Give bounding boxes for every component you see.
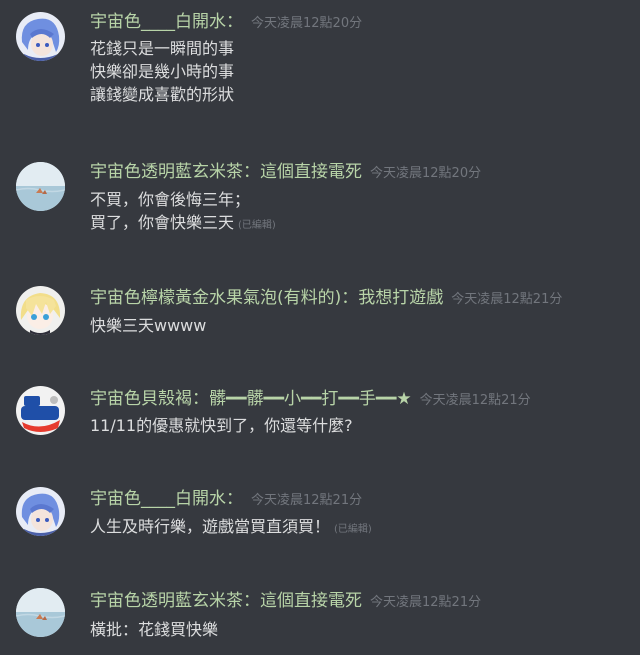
avatar[interactable] bbox=[16, 162, 65, 211]
timestamp: 今天凌晨12點21分 bbox=[251, 493, 363, 508]
message-line: 橫批：花錢買快樂 bbox=[90, 620, 219, 639]
message-line: 快樂卻是幾小時的事 bbox=[90, 62, 235, 81]
timestamp: 今天凌晨12點20分 bbox=[370, 166, 482, 181]
avatar[interactable] bbox=[16, 487, 65, 536]
author-name[interactable]: 宇宙色____白開水： bbox=[90, 12, 243, 32]
message-content: 11/11的優惠就快到了，你還等什麼? bbox=[90, 414, 353, 437]
avatar[interactable] bbox=[16, 588, 65, 637]
avatar[interactable] bbox=[16, 286, 65, 335]
sea-scene-avatar bbox=[16, 162, 65, 211]
message-line: 人生及時行樂，遊戲當買直須買！ (已編輯) bbox=[90, 515, 372, 541]
chat-message-list: 宇宙色____白開水： 今天凌晨12點20分 花錢只是一瞬間的事 快樂卻是幾小時的… bbox=[0, 0, 640, 655]
avatar[interactable] bbox=[16, 386, 65, 435]
blue-hair-anime-avatar bbox=[16, 12, 65, 61]
message-line: 讓錢變成喜歡的形狀 bbox=[90, 85, 235, 104]
message-content: 快樂三天wwww bbox=[90, 314, 206, 337]
avatar[interactable] bbox=[16, 12, 65, 61]
author-name[interactable]: 宇宙色透明藍玄米茶：這個直接電死 bbox=[90, 591, 362, 611]
message-content: 人生及時行樂，遊戲當買直須買！ (已編輯) bbox=[90, 515, 372, 541]
message-text: 買了，你會快樂三天 bbox=[90, 213, 235, 232]
author-name[interactable]: 宇宙色____白開水： bbox=[90, 489, 243, 509]
edited-marker: (已編輯) bbox=[334, 524, 372, 535]
mr-sonic-logo-avatar bbox=[16, 386, 65, 435]
timestamp: 今天凌晨12點21分 bbox=[419, 393, 531, 408]
message-line: 11/11的優惠就快到了，你還等什麼? bbox=[90, 416, 353, 435]
author-name[interactable]: 宇宙色貝殼褐：髒━━髒━━小━━打━━手━━★ bbox=[90, 389, 412, 409]
author-name[interactable]: 宇宙色透明藍玄米茶：這個直接電死 bbox=[90, 162, 362, 182]
message-line: 快樂三天wwww bbox=[90, 316, 207, 335]
timestamp: 今天凌晨12點21分 bbox=[451, 292, 563, 307]
timestamp: 今天凌晨12點21分 bbox=[370, 595, 482, 610]
message-text: 人生及時行樂，遊戲當買直須買！ bbox=[90, 517, 331, 536]
timestamp: 今天凌晨12點20分 bbox=[251, 16, 363, 31]
message-content: 花錢只是一瞬間的事 快樂卻是幾小時的事 讓錢變成喜歡的形狀 bbox=[90, 37, 234, 106]
message-line: 不買，你會後悔三年； bbox=[90, 190, 251, 209]
author-name[interactable]: 宇宙色檸檬黃金水果氣泡(有料的)：我想打遊戲 bbox=[90, 288, 443, 308]
message-line: 買了，你會快樂三天 (已編輯) bbox=[90, 211, 276, 237]
edited-marker: (已編輯) bbox=[238, 220, 276, 231]
blue-hair-anime-avatar bbox=[16, 487, 65, 536]
blonde-anime-avatar bbox=[16, 286, 65, 335]
message-line: 花錢只是一瞬間的事 bbox=[90, 39, 235, 58]
sea-scene-avatar bbox=[16, 588, 65, 637]
message-content: 橫批：花錢買快樂 bbox=[90, 618, 218, 641]
message-content: 不買，你會後悔三年； 買了，你會快樂三天 (已編輯) bbox=[90, 188, 276, 237]
